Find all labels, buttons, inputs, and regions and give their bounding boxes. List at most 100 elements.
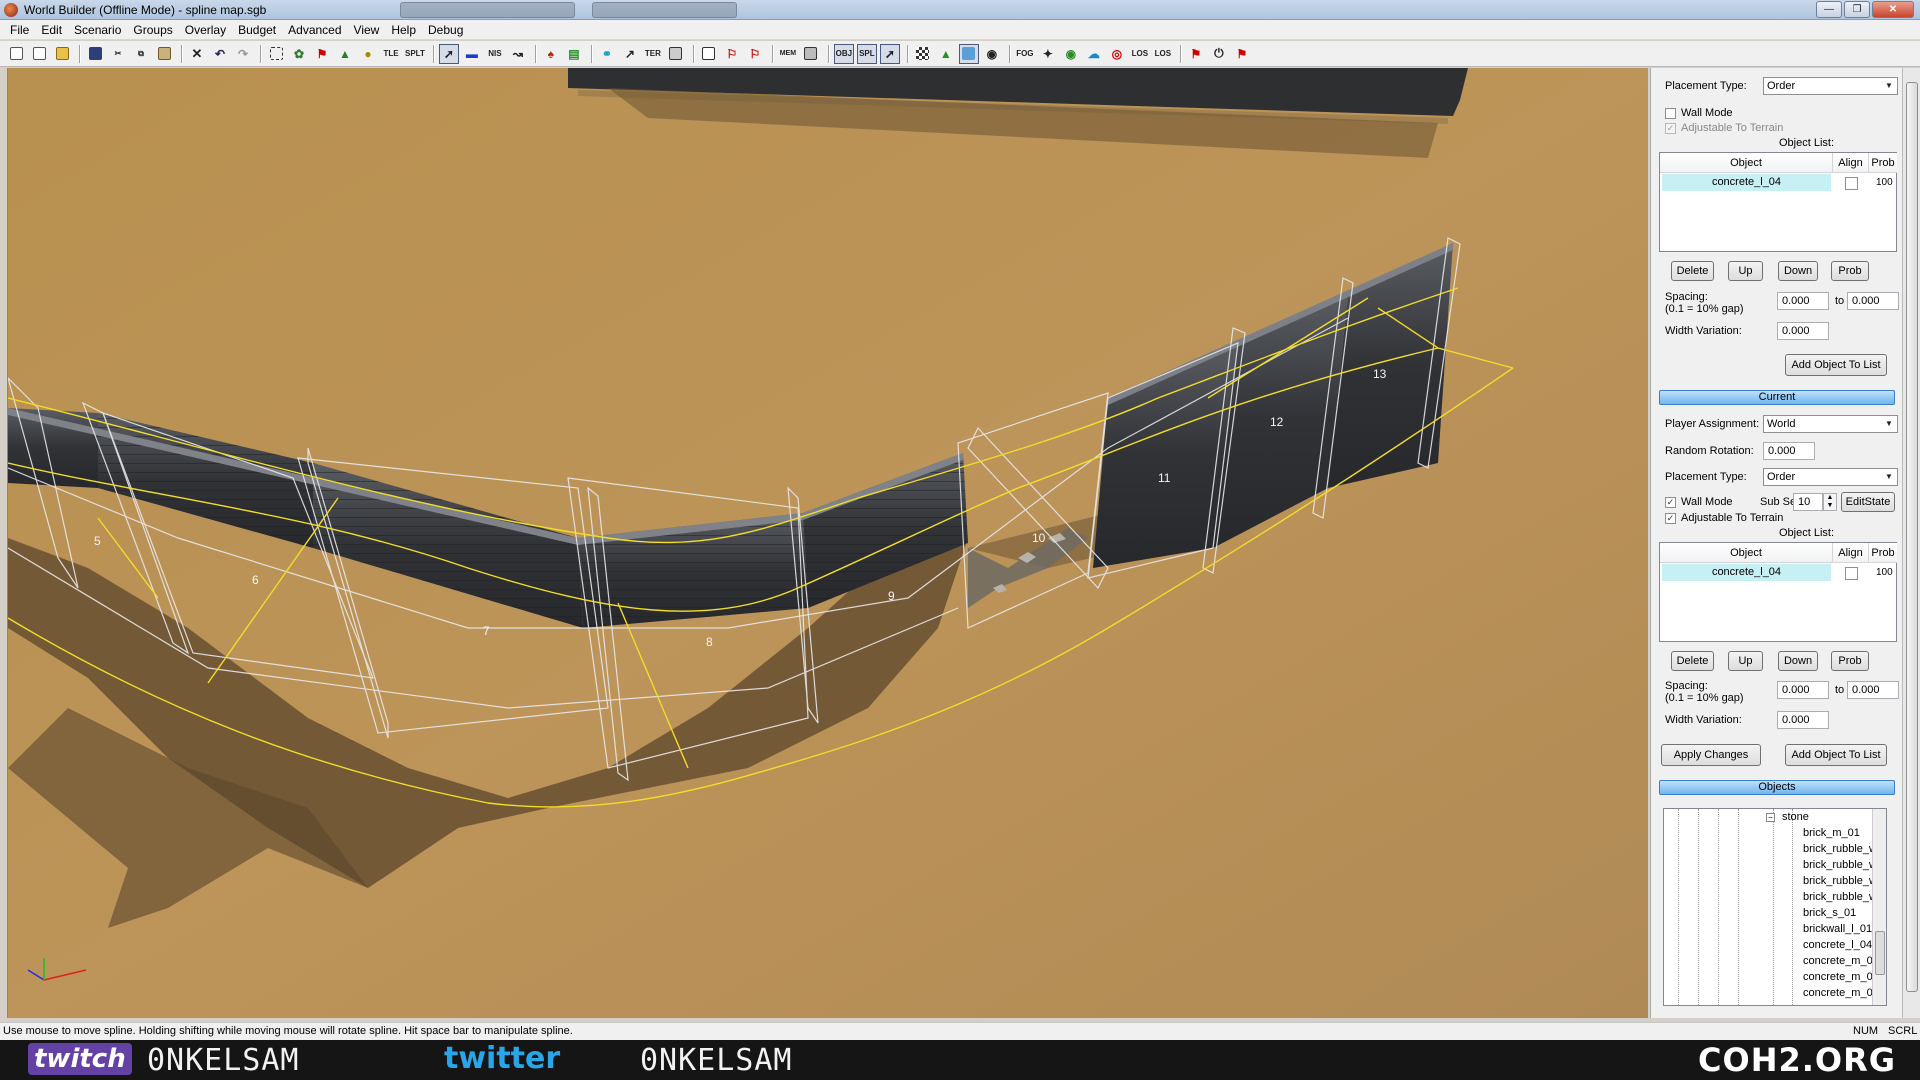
menu-budget[interactable]: Budget: [232, 20, 282, 40]
paste-icon[interactable]: [154, 44, 174, 64]
move-up-button[interactable]: Up: [1728, 261, 1763, 281]
spline-tool-icon[interactable]: ➚: [438, 43, 459, 64]
minimize-button[interactable]: —: [1816, 1, 1842, 18]
save-icon[interactable]: [85, 44, 105, 64]
grid-icon[interactable]: [666, 44, 686, 64]
copy-icon[interactable]: ⧉: [131, 44, 151, 64]
menu-debug[interactable]: Debug: [422, 20, 469, 40]
close-button[interactable]: ✕: [1872, 1, 1914, 18]
spacing-to-input[interactable]: 0.000: [1847, 292, 1899, 310]
flag-icon[interactable]: ⚑: [312, 44, 332, 64]
menu-view[interactable]: View: [348, 20, 386, 40]
tree-folder-stone[interactable]: stone: [1782, 811, 1809, 823]
adjustable-terrain-checkbox[interactable]: ✓: [1665, 123, 1676, 134]
table-row-object[interactable]: concrete_l_04: [1662, 174, 1831, 191]
new-map-icon[interactable]: [29, 44, 49, 64]
menu-scenario[interactable]: Scenario: [68, 20, 127, 40]
menu-help[interactable]: Help: [385, 20, 422, 40]
object-tree[interactable]: − stone brick_m_01 brick_rubble_wa brick…: [1663, 808, 1887, 1006]
player-assignment-dropdown[interactable]: World ▼: [1763, 415, 1898, 433]
select-region-icon[interactable]: [266, 44, 286, 64]
move-down-button[interactable]: Down: [1778, 651, 1818, 671]
power-icon[interactable]: ⏻: [1209, 44, 1229, 64]
width-variation-input[interactable]: 0.000: [1777, 322, 1829, 340]
delete-button[interactable]: Delete: [1671, 651, 1714, 671]
collapse-icon[interactable]: −: [1766, 813, 1775, 822]
prob-button[interactable]: Prob: [1831, 261, 1869, 281]
sub-sel-spinner[interactable]: ▲ ▼: [1823, 493, 1837, 511]
menu-advanced[interactable]: Advanced: [282, 20, 347, 40]
nis-tool-icon[interactable]: NIS: [485, 44, 505, 64]
cut-icon[interactable]: ✂: [108, 44, 128, 64]
maximize-button[interactable]: ❐: [1844, 1, 1870, 18]
table-row-object[interactable]: concrete_l_04: [1662, 564, 1831, 581]
column-header-prob[interactable]: Prob: [1869, 153, 1897, 173]
unit-icon[interactable]: ♠: [541, 44, 561, 64]
wall-mode-checkbox[interactable]: [1665, 108, 1676, 119]
sub-sel-input[interactable]: 10: [1793, 493, 1823, 511]
current-section-header[interactable]: Current: [1659, 390, 1895, 405]
spline-mode-icon[interactable]: SPL: [856, 43, 877, 64]
menu-overlay[interactable]: Overlay: [179, 20, 232, 40]
weather-icon[interactable]: ☁: [1084, 44, 1104, 64]
spacing-to-input[interactable]: 0.000: [1847, 681, 1899, 699]
tree-item[interactable]: concrete_m_01: [1803, 955, 1879, 967]
move-up-button[interactable]: Up: [1728, 651, 1763, 671]
path-icon[interactable]: ↝: [508, 44, 528, 64]
viewport-scene[interactable]: 5 6 7 8 9 10 11 12 13: [8, 68, 1648, 1018]
spacing-from-input[interactable]: 0.000: [1777, 681, 1829, 699]
prob-button[interactable]: Prob: [1831, 651, 1869, 671]
memory-map-icon[interactable]: [801, 44, 821, 64]
tile-tool-icon[interactable]: TLE: [381, 44, 401, 64]
marker-icon[interactable]: ●: [358, 44, 378, 64]
ruler-icon[interactable]: ↗: [620, 44, 640, 64]
apply-changes-button[interactable]: Apply Changes: [1661, 744, 1761, 766]
panel-scrollbar[interactable]: [1902, 68, 1920, 1018]
panel-scrollbar-thumb[interactable]: [1906, 82, 1918, 992]
tree-scrollbar[interactable]: [1872, 809, 1886, 1005]
calendar-icon[interactable]: [699, 44, 719, 64]
undo-icon[interactable]: ↶: [210, 44, 230, 64]
add-object-to-list-button[interactable]: Add Object To List: [1785, 354, 1887, 376]
territory-icon[interactable]: ⚐: [745, 44, 765, 64]
column-header-prob[interactable]: Prob: [1869, 543, 1897, 563]
memory-icon[interactable]: MEM: [778, 44, 798, 64]
tree-item[interactable]: concrete_m_03: [1803, 987, 1879, 999]
objects-section-header[interactable]: Objects: [1659, 780, 1895, 795]
los-icon[interactable]: LOS: [1130, 44, 1150, 64]
tree-item[interactable]: brickwall_l_01: [1803, 923, 1872, 935]
los-alt-icon[interactable]: LOS: [1153, 44, 1173, 64]
camera-icon[interactable]: ◉: [982, 44, 1002, 64]
tree-item[interactable]: concrete_m_02: [1803, 971, 1879, 983]
tree-item[interactable]: brick_m_01: [1803, 827, 1860, 839]
tree-paint-icon[interactable]: ✿: [289, 44, 309, 64]
flag-red-icon[interactable]: ⚐: [722, 44, 742, 64]
add-object-to-list-button[interactable]: Add Object To List: [1785, 744, 1887, 766]
tree-item[interactable]: brick_s_01: [1803, 907, 1856, 919]
move-down-button[interactable]: Down: [1778, 261, 1818, 281]
map-viewport[interactable]: 5 6 7 8 9 10 11 12 13: [8, 68, 1648, 1018]
flag-marker-icon[interactable]: ⚑: [1186, 44, 1206, 64]
target-icon[interactable]: ◎: [1107, 44, 1127, 64]
water-icon[interactable]: ▬: [462, 44, 482, 64]
menu-edit[interactable]: Edit: [35, 20, 68, 40]
sparkle-icon[interactable]: ✦: [1038, 44, 1058, 64]
flag-circle-icon[interactable]: ⚑: [1232, 44, 1252, 64]
placement-type-dropdown[interactable]: Order ▼: [1763, 468, 1898, 486]
terrain-view-icon[interactable]: ▲: [936, 44, 956, 64]
spacing-from-input[interactable]: 0.000: [1777, 292, 1829, 310]
fog-icon[interactable]: FOG: [1015, 44, 1035, 64]
split-tool-icon[interactable]: SPLT: [404, 44, 426, 64]
width-variation-input[interactable]: 0.000: [1777, 711, 1829, 729]
column-header-align[interactable]: Align: [1833, 153, 1869, 173]
image-view-icon[interactable]: [958, 43, 979, 64]
forest-icon[interactable]: ▲: [335, 44, 355, 64]
budget-chart-icon[interactable]: ▤: [564, 44, 584, 64]
wall-mode-checkbox[interactable]: ✓: [1665, 497, 1676, 508]
delete-button[interactable]: Delete: [1671, 261, 1714, 281]
tree-item[interactable]: concrete_l_04: [1803, 939, 1872, 951]
brush-mode-icon[interactable]: ➚: [879, 43, 900, 64]
align-checkbox[interactable]: [1845, 567, 1858, 580]
column-header-align[interactable]: Align: [1833, 543, 1869, 563]
globe-icon[interactable]: ◉: [1061, 44, 1081, 64]
